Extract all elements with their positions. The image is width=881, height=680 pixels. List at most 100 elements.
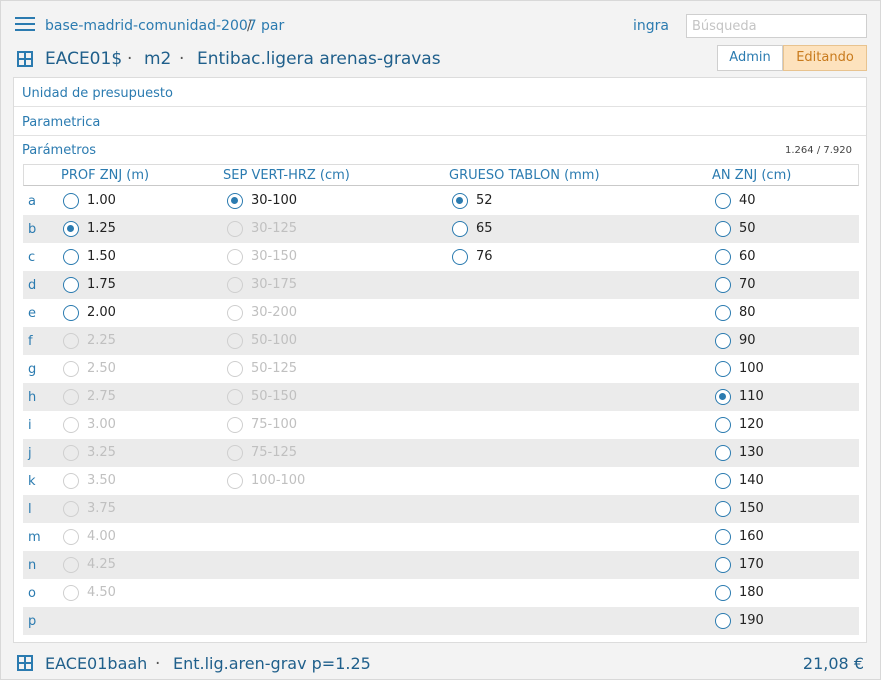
search-input[interactable] [686,14,867,38]
row-letter: i [28,418,32,433]
radio-button[interactable] [63,249,79,265]
radio-button[interactable] [452,193,468,209]
option-label: 160 [739,529,764,544]
radio-button[interactable] [715,389,731,405]
radio-button[interactable] [715,501,731,517]
param-row: l 3.75 150 [23,495,859,523]
radio-button[interactable] [715,249,731,265]
option-label: 70 [739,277,756,292]
option-label: 30-150 [251,249,298,264]
option-label: 40 [739,193,756,208]
hamburger-menu-icon[interactable] [15,17,35,33]
radio-button [227,389,243,405]
user-link[interactable]: ingra [633,18,669,34]
radio-button [63,501,79,517]
param-row: b 1.25 30-125 65 50 [23,215,859,243]
radio-button[interactable] [715,529,731,545]
option-label: 50-125 [251,361,298,376]
grid-icon [17,655,33,671]
radio-button[interactable] [715,277,731,293]
radio-button[interactable] [63,277,79,293]
option-label: 110 [739,389,764,404]
row-letter: n [28,558,37,573]
radio-button[interactable] [715,193,731,209]
option-label: 2.50 [87,361,116,376]
option-label: 3.25 [87,445,116,460]
radio-button [227,473,243,489]
option-label: 75-125 [251,445,298,460]
footer-price: 21,08 € [802,654,864,673]
option-label: 65 [476,221,493,236]
option-label: 170 [739,557,764,572]
radio-button[interactable] [715,557,731,573]
option-label: 1.25 [87,221,116,236]
radio-button [227,221,243,237]
breadcrumb-root-link[interactable]: base-madrid-comunidad-2007 [45,18,257,34]
section-parametric[interactable]: Parametrica [14,107,866,136]
admin-button[interactable]: Admin [717,45,783,71]
page-title-code: EACE01$ [45,49,123,69]
row-letter: k [28,474,36,489]
radio-button[interactable] [452,249,468,265]
page-title-unit: m2 [144,49,172,69]
radio-button[interactable] [715,333,731,349]
radio-button [63,389,79,405]
radio-button[interactable] [63,221,79,237]
option-label: 90 [739,333,756,348]
option-label: 30-200 [251,305,298,320]
radio-button[interactable] [452,221,468,237]
radio-button[interactable] [63,193,79,209]
option-label: 80 [739,305,756,320]
param-row: h 2.75 50-150 110 [23,383,859,411]
radio-button[interactable] [715,305,731,321]
section-unit[interactable]: Unidad de presupuesto [14,78,866,107]
radio-button[interactable] [715,221,731,237]
top-bar: base-madrid-comunidad-2007 / par ingra [1,1,881,43]
option-label: 1.00 [87,193,116,208]
option-label: 2.25 [87,333,116,348]
radio-button [227,445,243,461]
option-label: 4.25 [87,557,116,572]
radio-button [227,361,243,377]
footer-separator: · [155,654,161,674]
radio-button[interactable] [715,613,731,629]
row-letter: o [28,586,36,601]
option-label: 2.00 [87,305,116,320]
radio-button[interactable] [63,305,79,321]
param-row: f 2.25 50-100 90 [23,327,859,355]
page-title-description: Entibac.ligera arenas-gravas [197,49,441,69]
param-row: n 4.25 170 [23,551,859,579]
column-header: SEP VERT-HRZ (cm) [223,168,350,183]
grid-icon [17,51,33,67]
radio-button [63,585,79,601]
option-label: 150 [739,501,764,516]
option-label: 120 [739,417,764,432]
radio-button[interactable] [715,585,731,601]
row-letter: f [28,334,33,349]
radio-button[interactable] [715,417,731,433]
param-row: g 2.50 50-125 100 [23,355,859,383]
param-row: a 1.00 30-100 52 40 [23,187,859,215]
radio-button [227,417,243,433]
row-letter: j [28,446,32,461]
option-label: 30-100 [251,193,298,208]
option-label: 130 [739,445,764,460]
option-label: 60 [739,249,756,264]
row-letter: l [28,502,32,517]
radio-button [63,473,79,489]
radio-button[interactable] [715,445,731,461]
option-label: 3.00 [87,417,116,432]
param-row: c 1.50 30-150 76 60 [23,243,859,271]
radio-button[interactable] [715,473,731,489]
radio-button[interactable] [715,361,731,377]
option-label: 100-100 [251,473,306,488]
option-label: 2.75 [87,389,116,404]
breadcrumb-current-link[interactable]: par [261,18,284,34]
row-letter: d [28,278,37,293]
section-params-title: Parámetros [22,143,97,158]
option-label: 140 [739,473,764,488]
editing-button[interactable]: Editando [783,45,867,71]
radio-button[interactable] [227,193,243,209]
row-letter: e [28,306,36,321]
option-label: 52 [476,193,493,208]
